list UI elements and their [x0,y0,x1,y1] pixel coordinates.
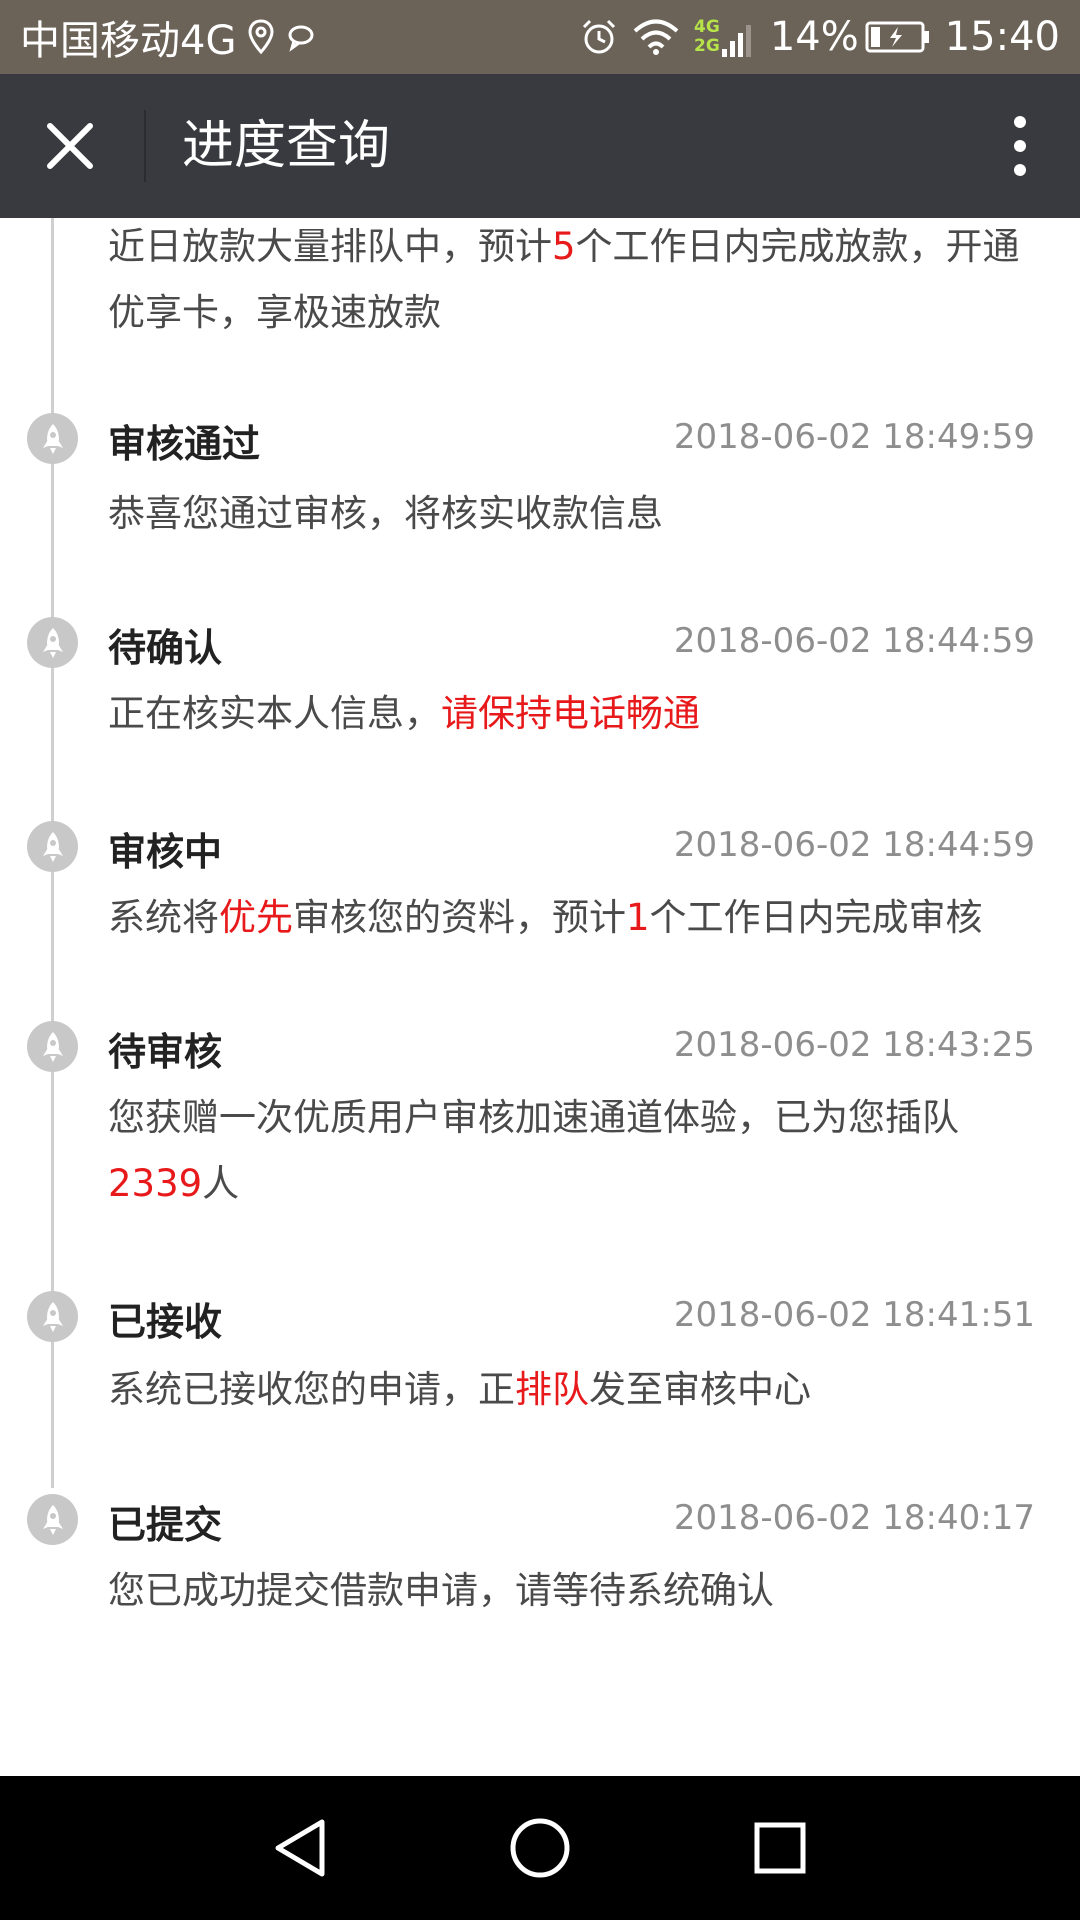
rocket-icon [42,423,63,454]
recents-button[interactable] [744,1812,816,1884]
desc-highlight: 1 [626,896,650,939]
desc-text: 正在核实本人信息， [108,692,441,735]
entry-description: 您已成功提交借款申请，请等待系统确认 [108,1569,774,1612]
back-button[interactable] [264,1812,336,1884]
desc-text: 系统将 [108,896,219,939]
desc-text: 发至审核中心 [589,1368,811,1411]
carrier-label: 中国移动4G [20,18,237,64]
rocket-icon [42,1504,63,1535]
entry-description: 恭喜您通过审核，将核实收款信息 [108,492,663,535]
entry-time: 2018-06-02 18:49:59 [673,417,1035,457]
entry-time: 2018-06-02 18:44:59 [673,825,1035,865]
desc-text: 个工作日内完成审核 [649,896,983,939]
net-4g-label: 4G [694,17,720,37]
timeline-dot [27,617,78,668]
entry-title: 审核中 [108,830,223,874]
rocket-icon [42,1301,63,1332]
status-right: 4G 2G 14% 15:40 [566,0,1060,74]
title-bar: 进度查询 [0,74,1080,218]
timeline-dot [27,1291,78,1342]
rocket-icon [42,831,63,862]
title-divider [144,110,146,182]
rocket-icon [42,627,63,658]
status-left: 中国移动4G [20,0,316,74]
message-icon [288,25,314,52]
desc-highlight: 2339 [108,1162,203,1205]
desc-highlight: 请保持电话畅通 [441,692,700,735]
desc-highlight: 优先 [219,896,293,939]
desc-text: 近日放款大量排队中，预计 [108,225,552,268]
home-button[interactable] [504,1812,576,1884]
desc-highlight: 排队 [515,1368,589,1411]
entry-title: 已提交 [108,1503,223,1547]
desc-text: 您获赠一次优质用户审核加速通道体验，已为您插队 [108,1096,959,1139]
entry-time: 2018-06-02 18:41:51 [673,1295,1035,1335]
more-button[interactable] [1000,106,1040,186]
page-title: 进度查询 [182,116,391,176]
close-icon [47,123,93,169]
progress-timeline[interactable]: 近日放款大量排队中，预计5个工作日内完成放款，开通优享卡，享极速放款 审核通过 … [0,218,1080,1776]
signal-icon [721,25,751,57]
desc-text: 人 [202,1162,240,1205]
alarm-icon [582,19,616,54]
timeline-dot [27,413,78,464]
clock: 15:40 [944,14,1060,60]
entry-time: 2018-06-02 18:44:59 [673,621,1035,661]
net-2g-label: 2G [694,36,720,56]
close-button[interactable] [30,106,110,186]
entry-description: 您获赠一次优质用户审核加速通道体验，已为您插队 2339人 [108,1085,988,1217]
desc-text: 审核您的资料，预计 [293,896,626,939]
entry-description: 正在核实本人信息，请保持电话畅通 [108,681,1038,747]
home-icon [510,1818,570,1878]
location-icon [248,19,274,55]
entry-description: 系统已接收您的申请，正排队发至审核中心 [108,1357,1038,1423]
entry-title: 已接收 [108,1300,223,1344]
entry-title: 待确认 [108,626,223,670]
navigation-bar [0,1776,1080,1920]
entry-title: 审核通过 [108,422,261,466]
wifi-icon [633,19,679,55]
back-icon [275,1819,325,1877]
entry-time: 2018-06-02 18:40:17 [673,1498,1035,1538]
timeline-dot [27,1021,78,1072]
network-type: 4G 2G [694,18,720,56]
entry-time: 2018-06-02 18:43:25 [673,1025,1035,1065]
rocket-icon [42,1031,63,1062]
desc-text: 系统已接收您的申请，正 [108,1368,515,1411]
desc-highlight: 5 [552,225,576,268]
timeline-dot [27,1494,78,1545]
more-vertical-icon [1014,116,1026,176]
recents-icon [754,1822,806,1874]
entry-title: 待审核 [108,1030,223,1074]
timeline-dot [27,821,78,872]
battery-percent: 14% [769,14,859,60]
battery-icon [865,21,929,53]
entry-description: 系统将优先审核您的资料，预计1个工作日内完成审核 [108,885,1038,951]
entry-description: 近日放款大量排队中，预计5个工作日内完成放款，开通优享卡，享极速放款 [108,218,1038,346]
status-bar: 中国移动4G 4G 2G 14% 15:40 [0,0,1080,74]
